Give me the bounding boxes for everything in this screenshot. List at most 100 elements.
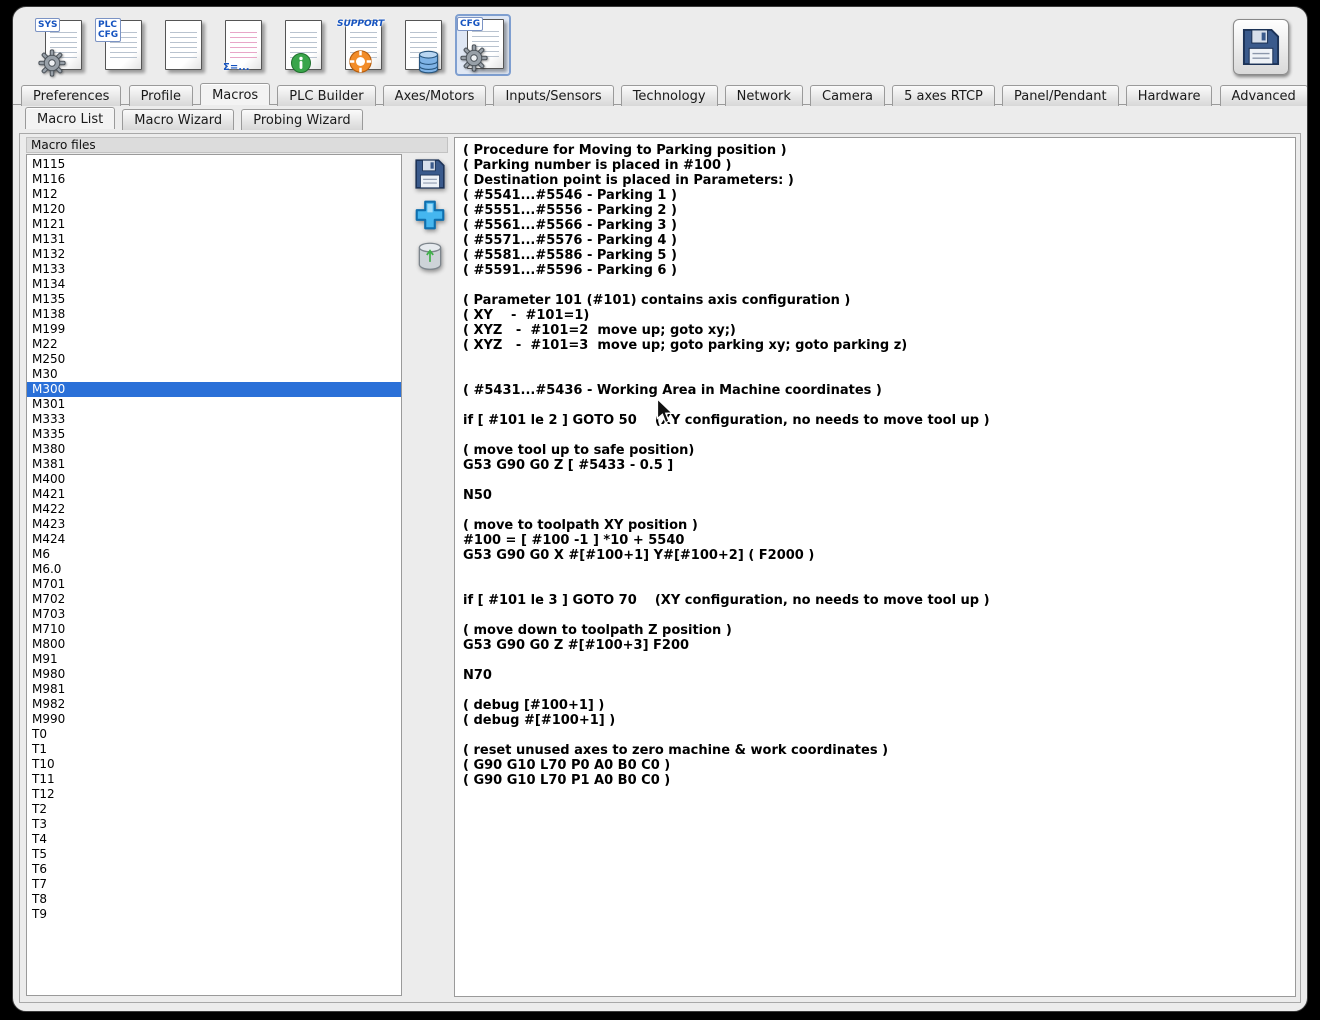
- macro-list-item[interactable]: M135: [27, 292, 401, 307]
- macro-list-item[interactable]: M380: [27, 442, 401, 457]
- macro-list-item[interactable]: M333: [27, 412, 401, 427]
- save-macro-button[interactable]: [412, 156, 448, 192]
- macro-list-item[interactable]: M199: [27, 322, 401, 337]
- main-toolbar: SYS PLC CFG Σ=... SUPPORT CFG: [13, 7, 1307, 83]
- macro-editor-content[interactable]: ( Procedure for Moving to Parking positi…: [454, 137, 1296, 997]
- document-icon: [165, 20, 202, 70]
- macro-list-page: Macro files M115 M116 M12 M120 M121 M131 M132 M…: [19, 133, 1301, 1003]
- macro-list-item[interactable]: T1: [27, 742, 401, 757]
- plc-config-button[interactable]: PLC CFG: [95, 17, 151, 79]
- tab-network[interactable]: Network: [724, 85, 803, 106]
- macro-list-item[interactable]: M6.0: [27, 562, 401, 577]
- macro-list-item[interactable]: M701: [27, 577, 401, 592]
- macro-list-item[interactable]: M116: [27, 172, 401, 187]
- data-document-button[interactable]: [395, 17, 451, 79]
- macro-list-item[interactable]: M981: [27, 682, 401, 697]
- macro-files-header: Macro files: [26, 137, 448, 153]
- floppy-disk-icon: [413, 157, 447, 191]
- macro-list-item[interactable]: M30: [27, 367, 401, 382]
- macro-list-item[interactable]: T7: [27, 877, 401, 892]
- info-document-button[interactable]: [275, 17, 331, 79]
- macro-list-item[interactable]: M12: [27, 187, 401, 202]
- info-icon: [289, 51, 313, 75]
- trash-icon: [413, 239, 447, 273]
- macro-list-item[interactable]: M301: [27, 397, 401, 412]
- macro-list-item[interactable]: M400: [27, 472, 401, 487]
- macro-list-item[interactable]: T3: [27, 817, 401, 832]
- macro-list-item[interactable]: M422: [27, 502, 401, 517]
- tab-panel-pendant[interactable]: Panel/Pendant: [1001, 85, 1119, 106]
- tab-hardware[interactable]: Hardware: [1125, 85, 1213, 106]
- cfg-settings-button[interactable]: CFG: [455, 14, 511, 76]
- macro-list-item[interactable]: T2: [27, 802, 401, 817]
- macro-list-item[interactable]: T10: [27, 757, 401, 772]
- tab-preferences[interactable]: Preferences: [21, 85, 122, 106]
- macro-list-item[interactable]: M710: [27, 622, 401, 637]
- macro-list-item[interactable]: T0: [27, 727, 401, 742]
- macro-list-item[interactable]: M91: [27, 652, 401, 667]
- macro-list-item[interactable]: M423: [27, 517, 401, 532]
- macro-list-item[interactable]: M120: [27, 202, 401, 217]
- macro-list-item[interactable]: M703: [27, 607, 401, 622]
- mouse-cursor: [655, 398, 675, 426]
- macro-list-item[interactable]: M381: [27, 457, 401, 472]
- subtab-macro-list[interactable]: Macro List: [25, 107, 116, 129]
- macro-list-item[interactable]: M335: [27, 427, 401, 442]
- macro-list-item[interactable]: M134: [27, 277, 401, 292]
- macro-list-item[interactable]: T8: [27, 892, 401, 907]
- macro-list-item[interactable]: M132: [27, 247, 401, 262]
- subtab-macro-wizard[interactable]: Macro Wizard: [122, 109, 235, 130]
- app-window: SYS PLC CFG Σ=... SUPPORT CFG Preference…: [12, 6, 1308, 1012]
- macro-document-button[interactable]: Σ=...: [215, 17, 271, 79]
- add-macro-button[interactable]: [412, 197, 448, 233]
- plus-icon: [413, 198, 447, 232]
- macro-list-item[interactable]: M22: [27, 337, 401, 352]
- macro-list-item[interactable]: T9: [27, 907, 401, 922]
- database-icon: [415, 49, 442, 76]
- tab-5-axes-rtcp[interactable]: 5 axes RTCP: [892, 85, 995, 106]
- macro-list-item[interactable]: T12: [27, 787, 401, 802]
- text-document-button[interactable]: [155, 17, 211, 79]
- delete-macro-button[interactable]: [412, 238, 448, 274]
- tab-plc-builder[interactable]: PLC Builder: [277, 85, 376, 106]
- macro-list-item[interactable]: M250: [27, 352, 401, 367]
- macro-list-item[interactable]: M980: [27, 667, 401, 682]
- macro-list-item[interactable]: T5: [27, 847, 401, 862]
- macro-list-item[interactable]: M121: [27, 217, 401, 232]
- macro-list-item[interactable]: M133: [27, 262, 401, 277]
- sigma-label: Σ=...: [223, 62, 250, 73]
- save-settings-button[interactable]: [1233, 19, 1289, 75]
- macro-list-item[interactable]: M800: [27, 637, 401, 652]
- gear-icon: [459, 43, 489, 73]
- support-button[interactable]: SUPPORT: [335, 17, 391, 79]
- tab-macros[interactable]: Macros: [200, 83, 271, 105]
- macro-list-item[interactable]: M6: [27, 547, 401, 562]
- plc-cfg-label: PLC CFG: [95, 18, 122, 42]
- tab-axes-motors[interactable]: Axes/Motors: [382, 85, 487, 106]
- macro-list-item[interactable]: M131: [27, 232, 401, 247]
- macro-list-item[interactable]: M990: [27, 712, 401, 727]
- tab-profile[interactable]: Profile: [128, 85, 193, 106]
- sys-settings-button[interactable]: SYS: [35, 17, 91, 79]
- tab-technology[interactable]: Technology: [620, 85, 718, 106]
- macro-subtabbar: Macro List Macro Wizard Probing Wizard: [13, 107, 1307, 131]
- macro-list-item[interactable]: M115: [27, 157, 401, 172]
- macro-list-item[interactable]: M702: [27, 592, 401, 607]
- main-tabbar: Preferences Profile Macros PLC Builder A…: [13, 83, 1307, 106]
- macro-list-item[interactable]: M421: [27, 487, 401, 502]
- macro-file-list[interactable]: M115 M116 M12 M120 M121 M131 M132 M133 M134 M135 M…: [26, 154, 402, 996]
- macro-list-item[interactable]: M982: [27, 697, 401, 712]
- macro-list-item[interactable]: T4: [27, 832, 401, 847]
- macro-list-item[interactable]: T11: [27, 772, 401, 787]
- macro-list-item[interactable]: M138: [27, 307, 401, 322]
- floppy-disk-icon: [1240, 26, 1282, 68]
- lifesaver-icon: [347, 48, 374, 75]
- subtab-probing-wizard[interactable]: Probing Wizard: [241, 109, 363, 130]
- macro-list-item[interactable]: M300: [27, 382, 401, 397]
- macro-list-item[interactable]: T6: [27, 862, 401, 877]
- tab-advanced[interactable]: Advanced: [1219, 85, 1307, 106]
- macro-list-item[interactable]: M424: [27, 532, 401, 547]
- tab-camera[interactable]: Camera: [810, 85, 886, 106]
- tab-inputs-sensors[interactable]: Inputs/Sensors: [493, 85, 614, 106]
- macro-actions-column: [410, 156, 454, 279]
